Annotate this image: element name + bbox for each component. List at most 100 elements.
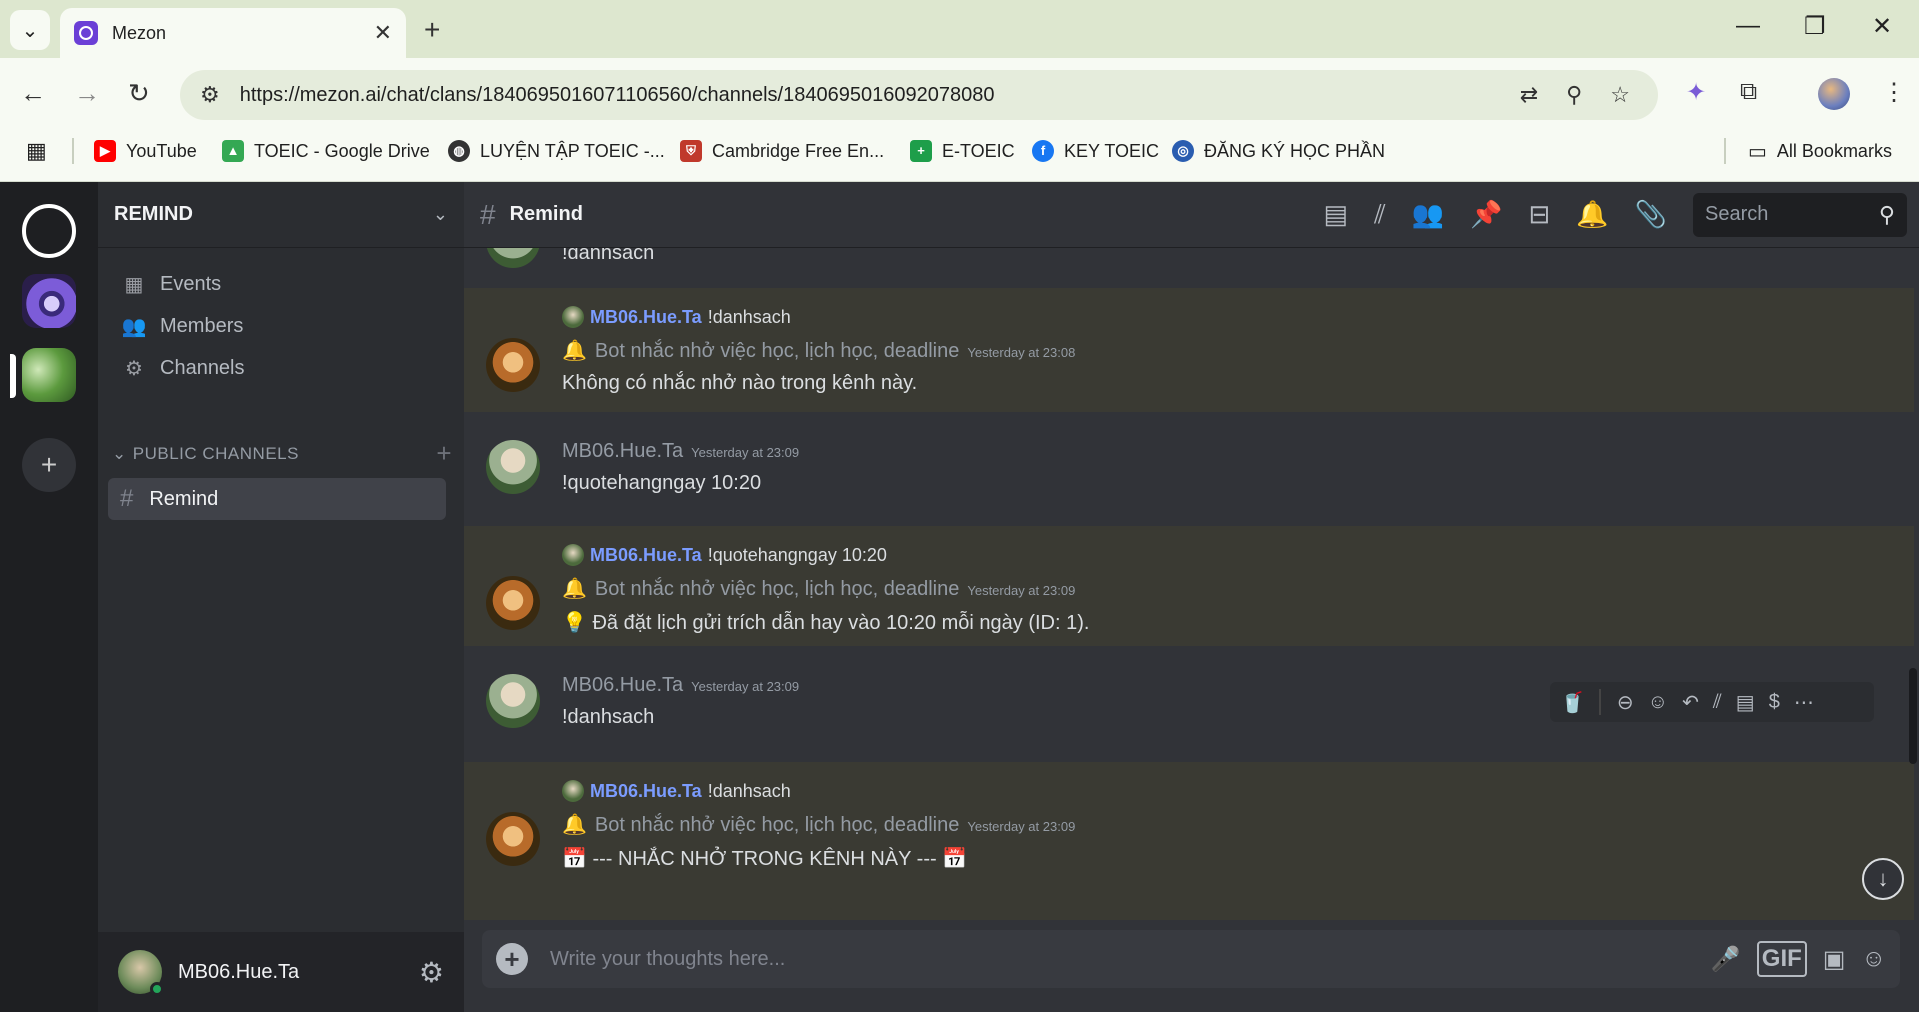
home-button[interactable] xyxy=(22,204,76,258)
list-item[interactable]: !danhsach xyxy=(464,248,1914,288)
message-composer[interactable]: + Write your thoughts here... 🎤 GIF ▣ ☺ xyxy=(482,930,1900,988)
category-public-channels[interactable]: ⌄ PUBLIC CHANNELS + xyxy=(112,438,452,469)
settings-gear-icon[interactable]: ⚙ xyxy=(419,956,444,989)
profile-avatar[interactable] xyxy=(1818,78,1850,110)
author-name[interactable]: MB06.Hue.Ta xyxy=(562,674,683,697)
list-item[interactable]: MB06.Hue.Ta !quotehangngay 10:20 🔔 Bot n… xyxy=(464,526,1914,646)
close-window-button[interactable]: ✕ xyxy=(1872,12,1892,41)
sidebar-item-channels[interactable]: ⚙ Channels xyxy=(120,350,244,386)
message-input[interactable]: Write your thoughts here... xyxy=(550,948,1695,971)
active-clan-indicator xyxy=(10,354,16,398)
reply-avatar xyxy=(562,306,584,328)
clan-name: REMIND xyxy=(114,203,193,225)
forward-button[interactable]: → xyxy=(74,78,100,109)
all-bookmarks[interactable]: ▭ All Bookmarks xyxy=(1748,138,1892,164)
pin-icon[interactable]: 📌 xyxy=(1470,199,1502,230)
zoom-icon[interactable]: ⚲ xyxy=(1566,82,1582,108)
online-status-icon xyxy=(150,982,164,996)
message-text: 💡 Đã đặt lịch gửi trích dẫn hay vào 10:2… xyxy=(562,612,1090,634)
clan-header[interactable]: REMIND ⌄ xyxy=(98,182,464,248)
restore-button[interactable]: ❐ xyxy=(1804,12,1826,41)
bookmark-youtube[interactable]: ▶ YouTube xyxy=(94,138,197,164)
avatar[interactable] xyxy=(118,950,164,996)
token-icon[interactable]: $ xyxy=(1769,691,1780,714)
address-bar[interactable]: ⚙ https://mezon.ai/chat/clans/1840695016… xyxy=(180,70,1658,120)
back-button[interactable]: ← xyxy=(20,78,46,109)
bookmark-toeic-drive[interactable]: ▲ TOEIC - Google Drive xyxy=(222,138,430,164)
sticker-icon[interactable]: ▣ xyxy=(1823,945,1846,974)
microphone-icon[interactable]: 🎤 xyxy=(1711,945,1741,974)
scrollbar[interactable] xyxy=(1909,668,1917,764)
bookmark-luyen-tap[interactable]: ◍ LUYỆN TẬP TOEIC -... xyxy=(448,138,665,164)
quote-icon[interactable]: ⊖ xyxy=(1617,690,1634,715)
search-input[interactable]: Search ⚲ xyxy=(1693,192,1907,237)
chevron-down-icon[interactable]: ⌄ xyxy=(433,204,448,225)
add-clan-button[interactable]: + xyxy=(22,438,76,492)
reply-reference[interactable]: MB06.Hue.Ta !danhsach xyxy=(562,780,791,802)
author-name[interactable]: MB06.Hue.Ta xyxy=(562,440,683,463)
author-name[interactable]: Bot nhắc nhở việc học, lịch học, deadlin… xyxy=(595,340,959,363)
canvas-icon[interactable]: ▤ xyxy=(1324,199,1349,230)
clan-icon-1[interactable] xyxy=(22,274,76,328)
list-item[interactable]: MB06.Hue.Ta !danhsach 🔔 Bot nhắc nhở việ… xyxy=(464,288,1914,412)
bookmark-separator xyxy=(1724,138,1726,164)
channel-sidebar: REMIND ⌄ ▦ Events 👥 Members ⚙ Channels ⌄… xyxy=(98,182,464,1012)
bookmark-star-icon[interactable]: ☆ xyxy=(1610,82,1630,108)
reply-reference[interactable]: MB06.Hue.Ta !quotehangngay 10:20 xyxy=(562,544,887,566)
members-icon[interactable]: 👥 xyxy=(1412,199,1444,230)
gif-icon[interactable]: GIF xyxy=(1756,941,1807,977)
author-name[interactable]: Bot nhắc nhở việc học, lịch học, deadlin… xyxy=(595,578,959,601)
extensions-puzzle-icon[interactable]: ⧉ xyxy=(1740,78,1757,106)
sidebar-item-events[interactable]: ▦ Events xyxy=(120,266,222,302)
reply-icon[interactable]: ↶ xyxy=(1682,690,1699,715)
url-text[interactable]: https://mezon.ai/chat/clans/184069501607… xyxy=(240,84,1520,107)
list-item[interactable]: MB06.Hue.Ta !danhsach 🔔 Bot nhắc nhở việ… xyxy=(464,762,1914,920)
emoji-icon[interactable]: ☺ xyxy=(1648,691,1668,714)
tab-search-button[interactable]: ⌄ xyxy=(10,10,50,50)
reload-button[interactable]: ↻ xyxy=(128,78,150,109)
bookmark-e-toeic[interactable]: + E-TOEIC xyxy=(910,138,1015,164)
add-channel-icon[interactable]: + xyxy=(436,438,452,469)
site-settings-icon[interactable]: ⚙ xyxy=(200,82,220,108)
channel-item-remind[interactable]: # Remind xyxy=(108,478,446,520)
translate-icon[interactable]: ⇄ xyxy=(1520,82,1538,108)
apps-grid-icon[interactable]: ▦ xyxy=(26,138,47,164)
add-attachment-icon[interactable]: + xyxy=(496,943,528,975)
bell-icon: 🔔 xyxy=(562,578,587,600)
browser-tab[interactable]: Mezon ✕ xyxy=(60,8,406,58)
canvas-icon[interactable]: ▤ xyxy=(1736,690,1755,715)
sheets-icon: + xyxy=(910,140,932,162)
jump-to-latest-button[interactable]: ↓ xyxy=(1862,858,1904,900)
close-tab-icon[interactable]: ✕ xyxy=(374,20,392,46)
thread-icon[interactable]: ⫽ xyxy=(1713,691,1722,714)
bell-icon[interactable]: 🔔 xyxy=(1576,199,1608,230)
author-name[interactable]: Bot nhắc nhở việc học, lịch học, deadlin… xyxy=(595,814,959,837)
minimize-button[interactable]: — xyxy=(1736,12,1760,40)
list-item[interactable]: MB06.Hue.Ta Yesterday at 23:09 !quotehan… xyxy=(464,412,1914,526)
more-icon[interactable]: ⋯ xyxy=(1794,690,1814,715)
bookmark-dang-ky[interactable]: ◎ ĐĂNG KÝ HỌC PHẦN xyxy=(1172,138,1385,164)
sidebar-item-members[interactable]: 👥 Members xyxy=(120,308,244,344)
menu-kebab-icon[interactable]: ⋮ xyxy=(1882,78,1906,107)
university-seal-icon: ◎ xyxy=(1172,140,1194,162)
attachment-icon[interactable]: 📎 xyxy=(1635,199,1667,230)
emoji-icon[interactable]: ☺ xyxy=(1861,945,1886,973)
google-drive-icon: ▲ xyxy=(222,140,244,162)
reaction-cup-icon[interactable]: 🥤 xyxy=(1560,690,1585,715)
search-icon[interactable]: ⚲ xyxy=(1879,202,1895,228)
threads-icon[interactable]: ⫽ xyxy=(1374,199,1386,231)
inbox-icon[interactable]: ⊟ xyxy=(1528,199,1550,230)
bot-avatar xyxy=(486,338,540,392)
reply-reference[interactable]: MB06.Hue.Ta !danhsach xyxy=(562,306,791,328)
browser-tab-strip: ⌄ Mezon ✕ + — ❐ ✕ xyxy=(0,0,1919,58)
extension-icon[interactable]: ✦ xyxy=(1686,78,1706,107)
bookmark-cambridge[interactable]: ⛨ Cambridge Free En... xyxy=(680,138,884,164)
message-text: 📅 --- NHẮC NHỞ TRONG KÊNH NÀY --- 📅 xyxy=(562,848,968,870)
avatar xyxy=(486,440,540,494)
bell-icon: 🔔 xyxy=(562,814,587,836)
clan-icon-remind[interactable] xyxy=(22,348,76,402)
new-tab-button[interactable]: + xyxy=(424,14,440,46)
bookmark-key-toeic[interactable]: f KEY TOEIC xyxy=(1032,138,1159,164)
reply-author: MB06.Hue.Ta xyxy=(590,544,702,565)
timestamp: Yesterday at 23:09 xyxy=(967,583,1076,598)
